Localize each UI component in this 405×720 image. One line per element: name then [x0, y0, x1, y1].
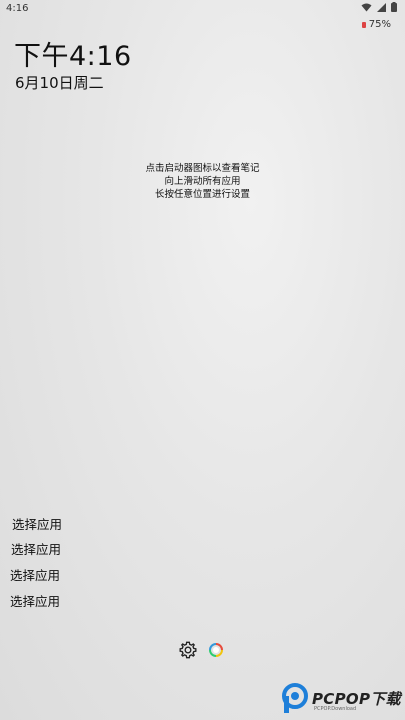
clock-time[interactable]: 下午4:16: [14, 34, 132, 73]
status-time: 4:16: [6, 3, 29, 14]
app-slot-button[interactable]: 选择应用: [10, 591, 60, 610]
app-slot-button[interactable]: 选择应用: [12, 514, 62, 533]
wifi-icon: [361, 3, 372, 11]
battery-icon: [391, 2, 397, 12]
battery-percent: 75%: [368, 19, 391, 30]
hint-line: 向上滑动所有应用: [164, 176, 241, 187]
app-slot-button[interactable]: 选择应用: [10, 565, 60, 584]
pcpop-logo-icon: [282, 683, 308, 713]
hint-line: 点击启动器图标以查看笔记: [145, 163, 260, 174]
battery-low-icon: [361, 21, 366, 28]
app-slot-button[interactable]: 选择应用: [11, 539, 61, 558]
watermark: PCPOP下载 PCPOP.Download: [278, 682, 403, 716]
watermark-subtext: PCPOP.Download: [314, 706, 357, 712]
clock-date[interactable]: 6月10日周二: [15, 72, 104, 93]
battery-indicator: 75%: [361, 19, 391, 30]
status-icons: [361, 2, 397, 12]
signal-icon: [377, 2, 386, 12]
launcher-ring-icon[interactable]: [208, 642, 224, 658]
hint-text: 点击启动器图标以查看笔记 向上滑动所有应用 长按任意位置进行设置: [0, 162, 405, 201]
status-bar: 4:16: [0, 0, 405, 18]
bottom-bar: [178, 640, 238, 662]
settings-icon[interactable]: [178, 640, 198, 660]
hint-line: 长按任意位置进行设置: [154, 189, 250, 200]
